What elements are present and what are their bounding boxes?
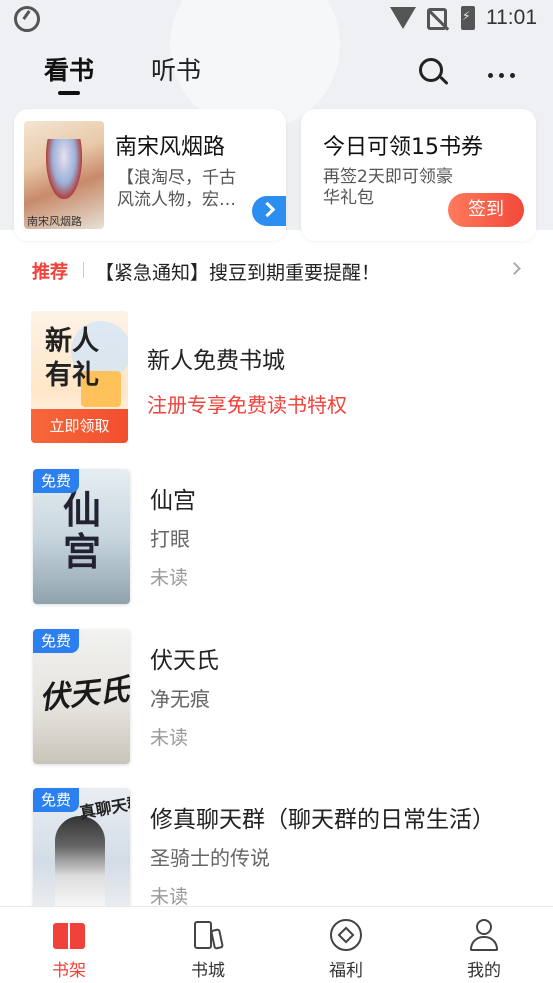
status-bar: 11:01 — [0, 0, 553, 38]
nav-profile[interactable]: 我的 — [434, 907, 534, 983]
top-tabs: 看书 听书 — [0, 45, 553, 95]
notice-tag: 推荐 — [32, 262, 68, 283]
recommended-book-card[interactable]: 南宋风烟路 南宋风烟路 【浪淘尽，千古风流人物，宏… — [14, 109, 286, 241]
recommended-book-desc: 【浪淘尽，千古风流人物，宏… — [117, 168, 236, 210]
notice-bar[interactable]: 推荐 【紧急通知】搜豆到期重要提醒！ — [0, 248, 553, 290]
next-arrow-button[interactable] — [252, 196, 286, 226]
book-title: 仙宫 — [150, 488, 196, 514]
list-item[interactable]: 伏天氏 免费 伏天氏 净无痕 未读 — [0, 621, 553, 766]
promo-image-text: 新人有礼 — [45, 326, 99, 391]
book-cover: 南宋风烟路 — [24, 121, 104, 229]
notice-text: 【紧急通知】搜豆到期重要提醒！ — [95, 262, 381, 284]
claim-now-button[interactable]: 立即领取 — [31, 409, 128, 443]
free-badge: 免费 — [33, 788, 79, 812]
tab-listen[interactable]: 听书 — [151, 51, 201, 87]
search-icon-handle — [439, 75, 449, 86]
chevron-right-icon — [259, 201, 276, 218]
nav-label: 福利 — [329, 961, 363, 981]
free-badge: 免费 — [33, 629, 79, 653]
nav-label: 书城 — [191, 961, 225, 981]
nav-bookshelf[interactable]: 书架 — [19, 907, 119, 983]
no-sim-icon — [427, 8, 447, 30]
nav-label: 我的 — [467, 961, 501, 981]
read-status: 未读 — [150, 886, 189, 908]
loading-indicator-icon — [14, 6, 40, 32]
nav-bookstore[interactable]: 书城 — [158, 907, 258, 983]
cover-title: 伏天氏 — [37, 672, 130, 717]
tab-read[interactable]: 看书 — [44, 51, 95, 95]
cover-figure — [55, 816, 105, 916]
list-item[interactable]: 仙宫 免费 仙宫 打眼 未读 — [0, 461, 553, 606]
wifi-icon — [390, 7, 416, 29]
book-author: 圣骑士的传说 — [150, 846, 270, 870]
read-status: 未读 — [150, 727, 189, 749]
promo-title: 新人免费书城 — [147, 348, 285, 374]
recommended-book-title: 南宋风烟路 — [115, 135, 226, 160]
more-dot — [499, 73, 504, 78]
new-user-promo[interactable]: 新人有礼 立即领取 新人免费书城 注册专享免费读书特权 — [0, 303, 553, 448]
book-title: 伏天氏 — [150, 648, 219, 674]
bookshelf-icon — [53, 919, 85, 951]
more-options-icon[interactable] — [488, 59, 522, 81]
book-author: 净无痕 — [150, 687, 210, 711]
promo-subtitle: 注册专享免费读书特权 — [147, 393, 347, 417]
sign-in-desc: 再签2天即可领豪华礼包 — [323, 167, 453, 208]
read-status: 未读 — [150, 567, 189, 589]
chevron-right-icon — [508, 262, 521, 275]
nav-label: 书架 — [52, 961, 86, 981]
search-icon[interactable] — [418, 57, 449, 87]
tab-listen-label: 听书 — [151, 56, 202, 85]
status-time: 11:01 — [486, 6, 537, 29]
tab-read-label: 看书 — [44, 56, 95, 85]
book-cover: 伏天氏 免费 — [33, 629, 130, 764]
book-cover: 真聊天群 免费 — [33, 788, 130, 923]
cover-title: 南宋风烟路 — [27, 215, 82, 228]
book-author: 打眼 — [150, 527, 190, 551]
nav-welfare[interactable]: 福利 — [296, 907, 396, 983]
welfare-icon — [330, 919, 362, 951]
book-cover: 仙宫 免费 — [33, 469, 130, 604]
promo-image: 新人有礼 立即领取 — [31, 311, 128, 443]
more-dot — [488, 73, 493, 78]
free-badge: 免费 — [33, 469, 79, 493]
bottom-nav: 书架 书城 福利 我的 — [0, 906, 553, 983]
notice-divider — [83, 262, 84, 278]
cover-figure — [46, 139, 82, 199]
bookstore-icon — [192, 919, 224, 951]
profile-icon — [468, 919, 500, 951]
more-dot — [510, 73, 515, 78]
sign-in-title: 今日可领15书券 — [323, 135, 483, 160]
cover-title: 仙宫 — [63, 487, 102, 574]
list-item[interactable]: 真聊天群 免费 修真聊天群（聊天群的日常生活） 圣骑士的传说 未读 — [0, 780, 553, 925]
cover-title: 真聊天群 — [78, 792, 130, 823]
sign-in-card[interactable]: 今日可领15书券 再签2天即可领豪华礼包 签到 — [301, 109, 536, 241]
battery-charging-icon — [461, 6, 475, 30]
book-title: 修真聊天群（聊天群的日常生活） — [150, 807, 495, 833]
tab-active-indicator — [58, 91, 80, 95]
sign-in-button[interactable]: 签到 — [448, 193, 524, 227]
